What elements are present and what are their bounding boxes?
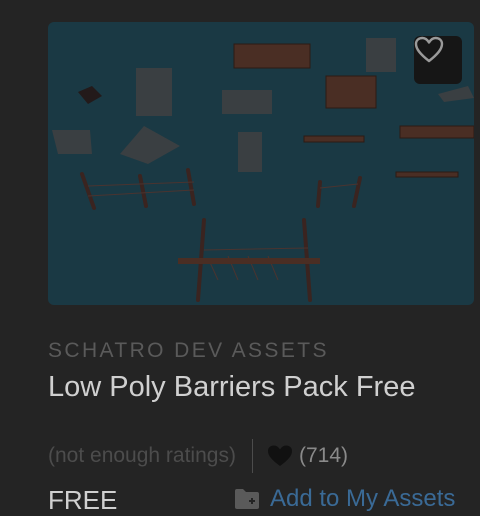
- rating-row: (not enough ratings) (714): [48, 439, 474, 473]
- rating-status: (not enough ratings): [48, 444, 236, 467]
- barriers-preview-image: [52, 38, 474, 302]
- add-to-my-assets-button[interactable]: Add to My Assets: [234, 485, 455, 513]
- product-title[interactable]: Low Poly Barriers Pack Free: [48, 371, 480, 404]
- asset-card[interactable]: SCHATRO DEV ASSETS Low Poly Barriers Pac…: [48, 22, 474, 515]
- product-thumbnail[interactable]: [48, 22, 474, 305]
- heart-outline-icon: [414, 36, 444, 63]
- favorites-count: (714): [298, 444, 348, 467]
- price: FREE: [48, 485, 118, 515]
- folder-plus-icon: [235, 489, 259, 509]
- add-to-my-assets-label: Add to My Assets: [270, 485, 456, 512]
- publisher-name[interactable]: SCHATRO DEV ASSETS: [48, 339, 474, 363]
- heart-icon: [267, 445, 292, 466]
- wishlist-button[interactable]: [414, 36, 462, 84]
- divider: [251, 439, 253, 473]
